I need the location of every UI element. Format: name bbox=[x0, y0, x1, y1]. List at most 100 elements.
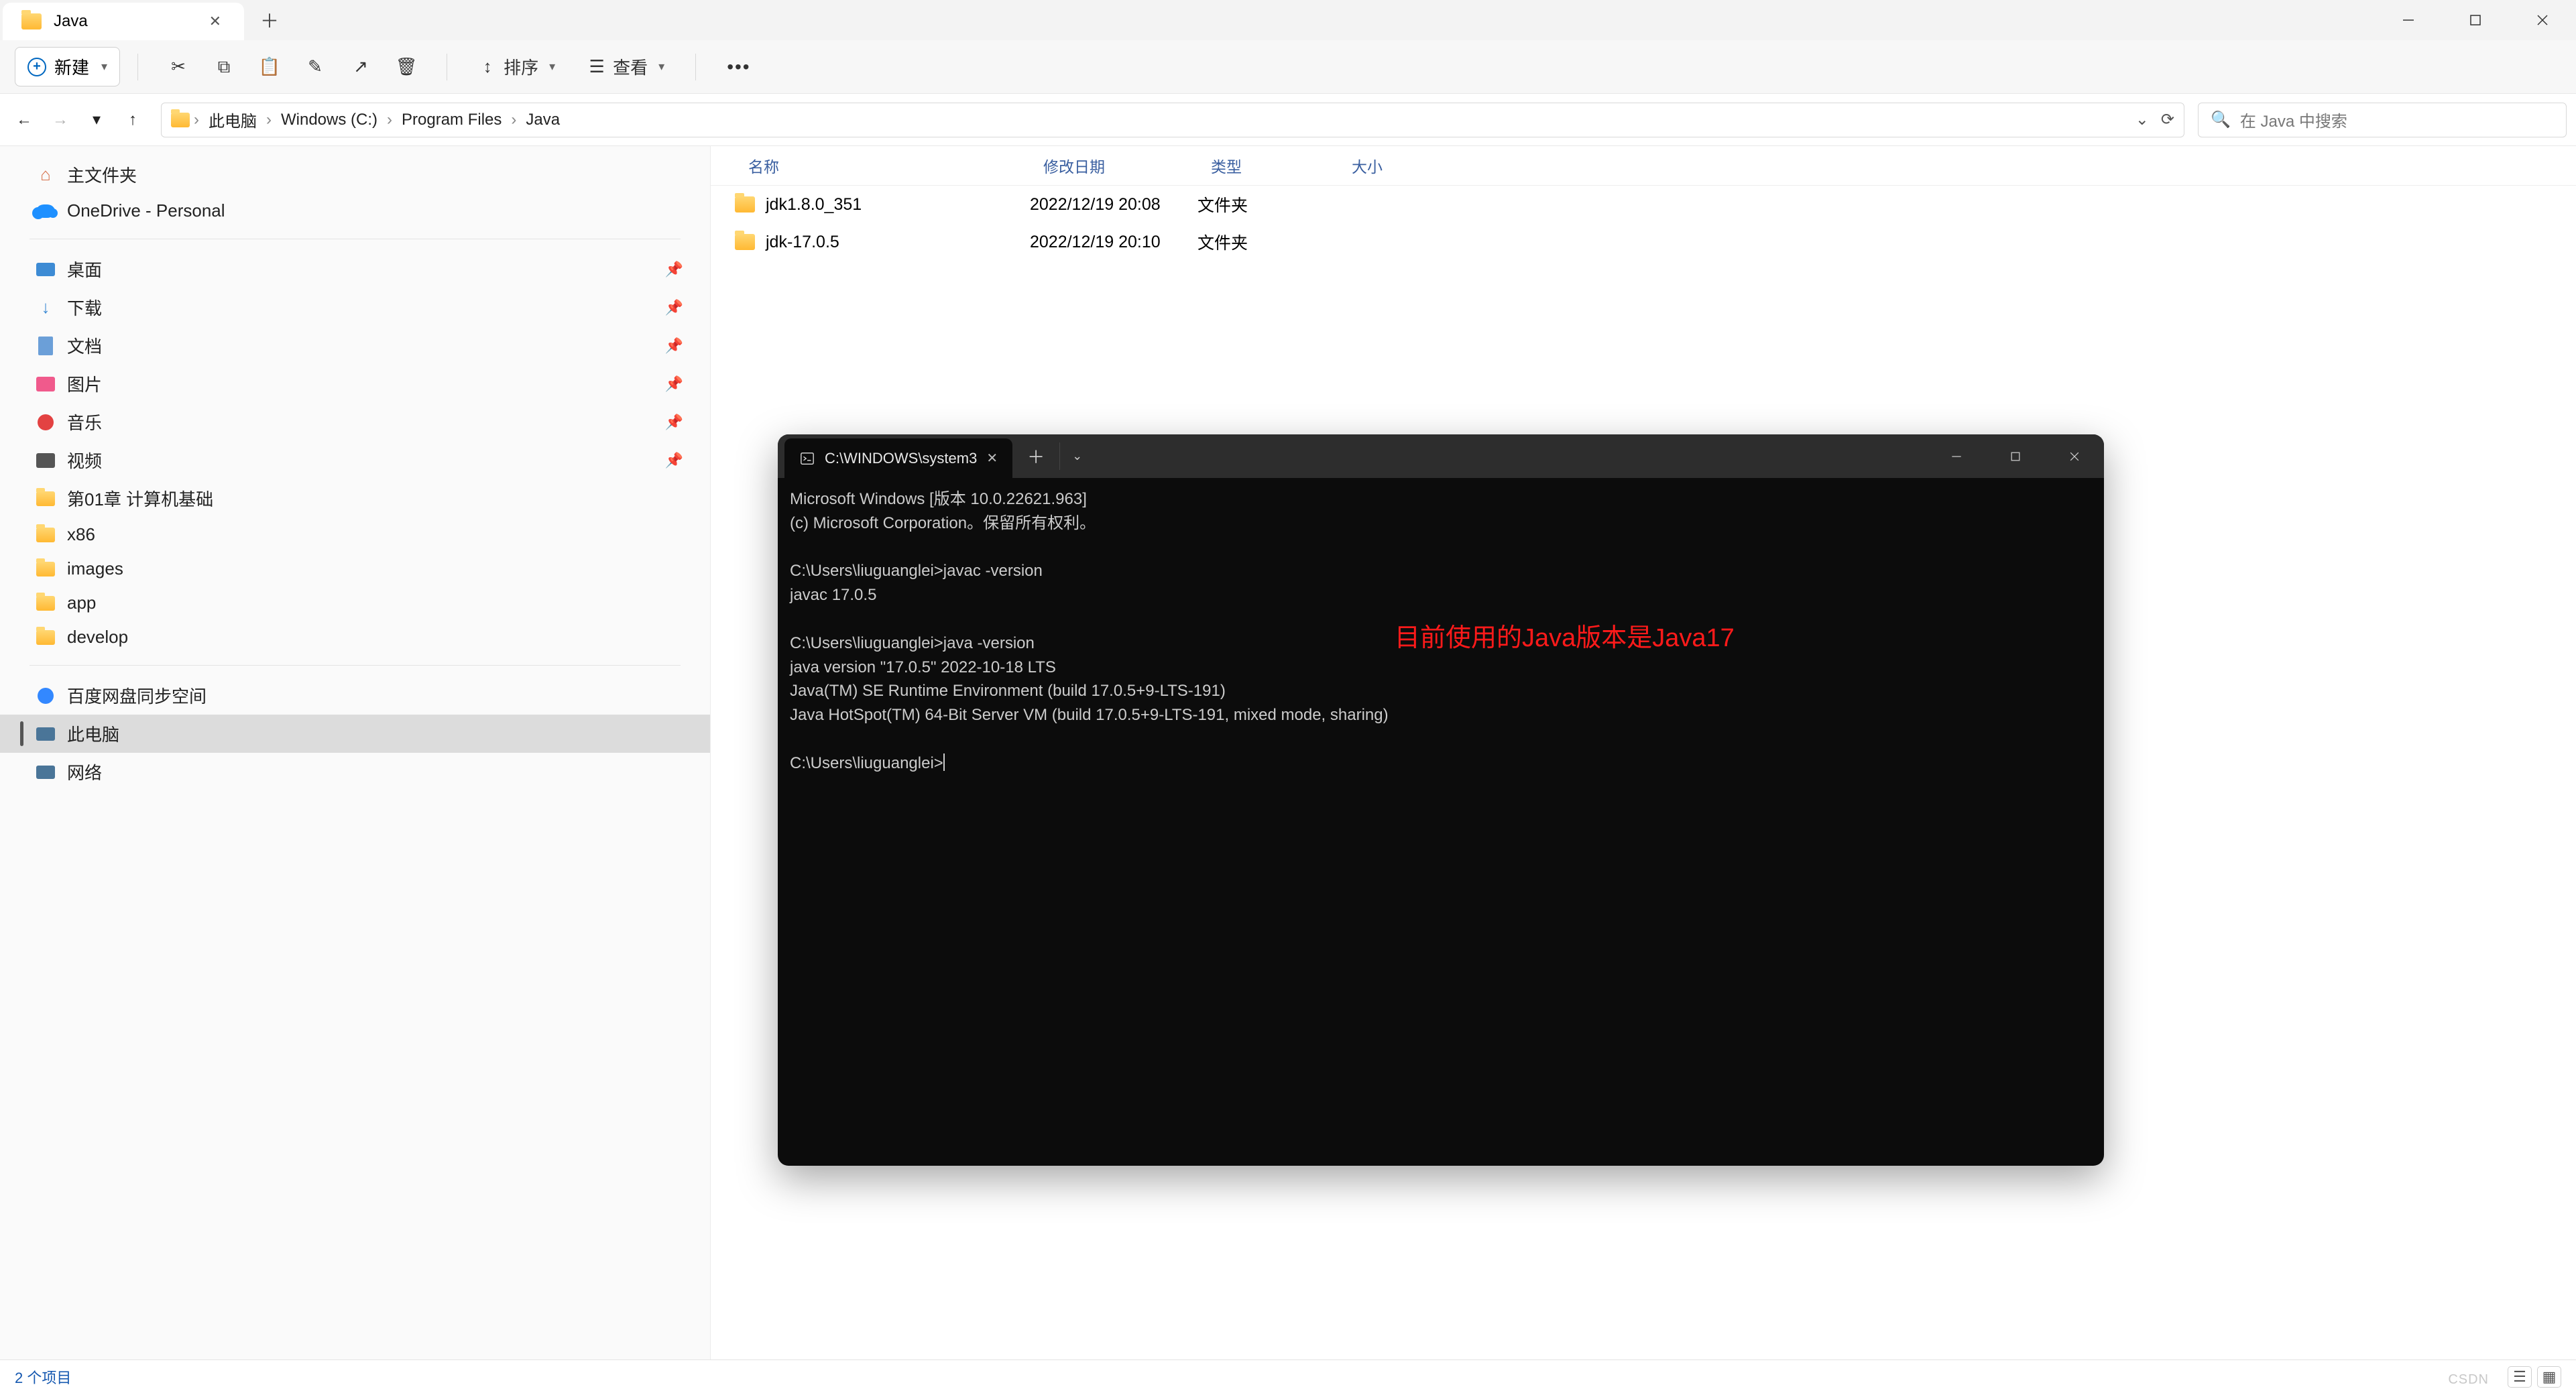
toolbar-divider bbox=[695, 54, 696, 80]
sidebar-item-documents[interactable]: 文档📌 bbox=[0, 326, 710, 365]
maximize-button[interactable] bbox=[2442, 0, 2509, 40]
download-icon: ↓ bbox=[36, 300, 55, 316]
chevron-right-icon: › bbox=[511, 111, 516, 129]
explorer-navbar: ← → ▾ ↑ › 此电脑 › Windows (C:) › Program F… bbox=[0, 94, 2576, 146]
search-input[interactable]: 🔍 在 Java 中搜索 bbox=[2198, 103, 2567, 137]
terminal-tab-dropdown[interactable]: ⌄ bbox=[1060, 434, 1094, 478]
sidebar-item-pictures[interactable]: 图片 📌 bbox=[0, 365, 710, 403]
pin-icon[interactable]: 📌 bbox=[665, 299, 683, 316]
terminal-content[interactable]: Microsoft Windows [版本 10.0.22621.963] (c… bbox=[778, 478, 2104, 1166]
file-row[interactable]: jdk-17.0.5 2022/12/19 20:10 文件夹 bbox=[711, 223, 2576, 261]
share-icon: ↗ bbox=[351, 58, 370, 76]
cut-button[interactable]: ✂ bbox=[156, 51, 201, 83]
sidebar-item-label: 音乐 bbox=[67, 410, 102, 434]
pin-icon[interactable]: 📌 bbox=[665, 414, 683, 431]
row-type: 文件夹 bbox=[1197, 230, 1338, 254]
sidebar-item-thispc[interactable]: 此电脑 bbox=[0, 715, 710, 753]
sidebar-home[interactable]: ⌂ 主文件夹 bbox=[0, 156, 710, 194]
minimize-button[interactable] bbox=[1927, 434, 1986, 478]
more-button[interactable]: ••• bbox=[713, 50, 764, 84]
pin-icon[interactable]: 📌 bbox=[665, 375, 683, 393]
rename-button[interactable]: ✎ bbox=[292, 51, 338, 83]
copy-button[interactable]: ⧉ bbox=[201, 51, 247, 83]
paste-button[interactable]: 📋 bbox=[247, 51, 292, 83]
sidebar-item-desktop[interactable]: 桌面 📌 bbox=[0, 250, 710, 288]
new-button[interactable]: + 新建 ▾ bbox=[15, 47, 120, 86]
document-icon bbox=[36, 338, 55, 354]
terminal-line: C:\Users\liuguanglei>javac -version bbox=[790, 562, 1043, 580]
terminal-line: C:\Users\liuguanglei>java -version bbox=[790, 634, 1035, 652]
file-row[interactable]: jdk1.8.0_351 2022/12/19 20:08 文件夹 bbox=[711, 186, 2576, 223]
close-icon[interactable]: ✕ bbox=[986, 450, 998, 467]
terminal-line: Java HotSpot(TM) 64-Bit Server VM (build… bbox=[790, 706, 1389, 724]
new-tab-button[interactable]: ＋ bbox=[244, 0, 295, 40]
pictures-icon bbox=[36, 376, 55, 392]
sidebar-item-folder[interactable]: x86 bbox=[0, 518, 710, 552]
row-date: 2022/12/19 20:08 bbox=[1030, 195, 1197, 215]
grid-view-button[interactable]: ▦ bbox=[2537, 1366, 2561, 1388]
column-name[interactable]: 名称 bbox=[748, 154, 1043, 177]
breadcrumb-item[interactable]: Windows (C:) bbox=[276, 111, 383, 129]
new-button-label: 新建 bbox=[54, 54, 89, 79]
chevron-down-icon[interactable]: ⌄ bbox=[2135, 110, 2149, 129]
up-button[interactable]: ↑ bbox=[118, 105, 148, 135]
pin-icon[interactable]: 📌 bbox=[665, 452, 683, 469]
explorer-titlebar: Java ✕ ＋ bbox=[0, 0, 2576, 40]
sidebar-item-label: 视频 bbox=[67, 448, 102, 473]
sidebar-item-network[interactable]: 网络 bbox=[0, 753, 710, 791]
terminal-new-tab[interactable]: ＋ bbox=[1012, 442, 1060, 470]
sidebar-item-label: 桌面 bbox=[67, 257, 102, 282]
sort-button[interactable]: ↕ 排序 ▾ bbox=[465, 48, 569, 86]
sidebar-item-music[interactable]: 音乐 📌 bbox=[0, 403, 710, 441]
sidebar-item-folder[interactable]: images bbox=[0, 552, 710, 586]
sidebar-item-label: x86 bbox=[67, 524, 95, 545]
terminal-tab[interactable]: C:\WINDOWS\system3 ✕ bbox=[784, 438, 1012, 478]
pc-icon bbox=[36, 726, 55, 742]
back-button[interactable]: ← bbox=[9, 105, 39, 135]
pin-icon[interactable]: 📌 bbox=[665, 261, 683, 278]
share-button[interactable]: ↗ bbox=[338, 51, 384, 83]
copy-icon: ⧉ bbox=[215, 58, 233, 76]
explorer-tab[interactable]: Java ✕ bbox=[3, 3, 244, 40]
column-size[interactable]: 大小 bbox=[1352, 154, 1432, 177]
pin-icon[interactable]: 📌 bbox=[665, 337, 683, 355]
terminal-line: Java(TM) SE Runtime Environment (build 1… bbox=[790, 682, 1226, 700]
sidebar-item-label: 图片 bbox=[67, 371, 102, 396]
sidebar-item-folder[interactable]: 第01章 计算机基础 bbox=[0, 479, 710, 518]
column-date[interactable]: 修改日期 bbox=[1043, 154, 1211, 177]
sidebar-item-downloads[interactable]: ↓ 下载 📌 bbox=[0, 288, 710, 326]
folder-icon bbox=[36, 527, 55, 543]
maximize-button[interactable] bbox=[1986, 434, 2045, 478]
window-controls bbox=[2375, 0, 2576, 40]
sidebar-item-folder[interactable]: app bbox=[0, 586, 710, 620]
delete-button[interactable]: 🗑 bbox=[384, 51, 429, 83]
view-button[interactable]: ☰ 查看 ▾ bbox=[574, 48, 678, 86]
sidebar-divider bbox=[30, 665, 681, 666]
sidebar-item-folder[interactable]: develop bbox=[0, 620, 710, 654]
folder-icon bbox=[21, 13, 42, 29]
column-type[interactable]: 类型 bbox=[1211, 154, 1352, 177]
sidebar-item-baidu[interactable]: 百度网盘同步空间 bbox=[0, 676, 710, 715]
watermark: CSDN bbox=[2448, 1372, 2489, 1388]
music-icon bbox=[36, 414, 55, 430]
sidebar-item-videos[interactable]: 视频 📌 bbox=[0, 441, 710, 479]
explorer-toolbar: + 新建 ▾ ✂ ⧉ 📋 ✎ ↗ 🗑 ↕ 排序 ▾ ☰ 查看 ▾ ••• bbox=[0, 40, 2576, 94]
row-name: jdk-17.0.5 bbox=[766, 233, 1030, 252]
close-icon[interactable]: ✕ bbox=[205, 9, 225, 34]
list-view-button[interactable]: ☰ bbox=[2508, 1366, 2532, 1388]
history-dropdown[interactable]: ▾ bbox=[82, 105, 111, 135]
minimize-button[interactable] bbox=[2375, 0, 2442, 40]
refresh-icon[interactable]: ⟳ bbox=[2161, 110, 2174, 129]
sidebar-onedrive[interactable]: OneDrive - Personal bbox=[0, 194, 710, 228]
forward-button[interactable]: → bbox=[46, 105, 75, 135]
search-placeholder: 在 Java 中搜索 bbox=[2240, 108, 2347, 131]
sidebar-item-label: 下载 bbox=[67, 295, 102, 320]
breadcrumb[interactable]: › 此电脑 › Windows (C:) › Program Files › J… bbox=[161, 103, 2184, 137]
breadcrumb-item[interactable]: Program Files bbox=[396, 111, 507, 129]
breadcrumb-item[interactable]: 此电脑 bbox=[203, 108, 262, 131]
terminal-line: (c) Microsoft Corporation。保留所有权利。 bbox=[790, 514, 1096, 532]
breadcrumb-item[interactable]: Java bbox=[520, 111, 565, 129]
explorer-statusbar: 2 个项目 ☰ ▦ bbox=[0, 1359, 2576, 1393]
close-button[interactable] bbox=[2045, 434, 2104, 478]
close-button[interactable] bbox=[2509, 0, 2576, 40]
